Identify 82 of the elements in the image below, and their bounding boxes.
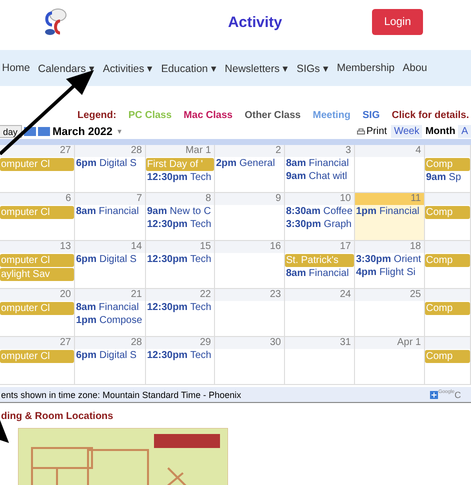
day-number: 28	[75, 337, 145, 349]
timed-event[interactable]: 6pm Digital S	[75, 158, 145, 170]
timed-event[interactable]: 12:30pm Tech	[146, 350, 214, 362]
day-number: 8	[146, 193, 214, 205]
day-number: 9	[215, 193, 284, 205]
day-number: 29	[146, 337, 214, 349]
print-link[interactable]: Print	[357, 126, 387, 137]
day-number: 10	[285, 193, 354, 205]
nav-link[interactable]: Calendars ▾	[38, 62, 95, 74]
timed-event[interactable]: 6pm Digital S	[75, 254, 145, 266]
day-number: 20	[0, 289, 74, 301]
next-button[interactable]	[38, 127, 50, 136]
day-number: 28	[75, 145, 145, 157]
day-number: 24	[285, 289, 354, 301]
timed-event[interactable]: 9am Sp	[425, 172, 470, 184]
timed-event[interactable]: 8am Financial	[285, 268, 354, 280]
club-logo-icon	[42, 7, 68, 37]
nav-link[interactable]: Activities ▾	[102, 62, 154, 74]
day-number: 23	[215, 289, 284, 301]
timed-event[interactable]: 8:30am Coffee	[285, 206, 354, 218]
day-number: 4	[355, 145, 424, 157]
legend-item: Mac Class	[184, 110, 233, 121]
timed-event[interactable]: 12:30pm Tech	[146, 219, 214, 231]
day-number: 14	[75, 241, 145, 253]
timed-event[interactable]: 12:30pm Tech	[146, 254, 214, 266]
day-number: 13	[0, 241, 74, 253]
day-number: 27	[0, 145, 74, 157]
day-number: 21	[75, 289, 145, 301]
day-number: 25	[355, 289, 424, 301]
brand-text: C	[454, 390, 461, 400]
day-number: 2	[215, 145, 284, 157]
day-number: 27	[0, 337, 74, 349]
section-heading: ding & Room Locations	[0, 410, 114, 424]
nav-link[interactable]: SIGs ▾	[296, 62, 329, 74]
nav-link[interactable]: Abou	[402, 62, 428, 74]
day-number: Apr 1	[355, 337, 424, 349]
nav-link[interactable]: Education ▾	[161, 62, 217, 74]
legend-item: PC Class	[128, 110, 172, 121]
view-tab[interactable]: A	[458, 125, 471, 138]
day-number: 11	[355, 193, 424, 205]
printer-icon	[357, 128, 366, 136]
day-number: Mar 1	[146, 145, 214, 157]
month-label: March 2022	[52, 126, 112, 138]
day-number: 6	[0, 193, 74, 205]
page-title: Activity	[228, 14, 282, 30]
day-number: 16	[215, 241, 284, 253]
legend-label: Legend:	[77, 110, 116, 121]
nav-link[interactable]: Home	[2, 62, 30, 74]
day-number: 30	[215, 337, 284, 349]
timed-event[interactable]: 12:30pm Tech	[146, 302, 214, 314]
timed-event[interactable]: 9am New to C	[146, 206, 214, 218]
timed-event[interactable]: 3:30pm Graph	[285, 219, 354, 231]
caret-icon[interactable]: ▾	[117, 127, 122, 136]
timed-event[interactable]: 8am Financial	[75, 206, 145, 218]
day-number: 3	[285, 145, 354, 157]
legend-item: Click for details.	[392, 110, 469, 121]
day-number: 31	[285, 337, 354, 349]
timed-event[interactable]: 4pm Flight Si	[355, 267, 424, 279]
timed-event[interactable]: 1pm Compose	[75, 315, 145, 327]
timed-event[interactable]: 6pm Digital S	[75, 350, 145, 362]
timed-event[interactable]: 2pm General	[215, 158, 284, 170]
day-number: 22	[146, 289, 214, 301]
day-number: 17	[285, 241, 354, 253]
timezone-note: ents shown in time zone: Mountain Standard Time - Phoenix	[0, 390, 242, 400]
plus-icon[interactable]	[430, 390, 438, 398]
timed-event[interactable]: 12:30pm Tech	[146, 172, 214, 184]
timed-event[interactable]: 8am Financial	[75, 302, 145, 314]
timed-event[interactable]: 8am Financial	[285, 158, 354, 170]
legend-item: Other Class	[244, 110, 301, 121]
day-number: 7	[75, 193, 145, 205]
timed-event[interactable]: 9am Chat witl	[285, 171, 354, 183]
timed-event[interactable]: 1pm Financial	[355, 206, 424, 218]
nav-link[interactable]: Newsletters ▾	[224, 62, 289, 74]
day-number: 15	[146, 241, 214, 253]
day-number: 18	[355, 241, 424, 253]
nav-link[interactable]: Membership	[336, 62, 395, 74]
legend-item: SIG	[362, 110, 380, 121]
login-button[interactable]: Login	[372, 9, 423, 35]
timed-event[interactable]: 3:30pm Orient	[355, 254, 424, 266]
view-tab[interactable]: Week	[390, 125, 422, 138]
today-button[interactable]: day	[0, 125, 22, 138]
legend-item: Meeting	[312, 110, 351, 121]
